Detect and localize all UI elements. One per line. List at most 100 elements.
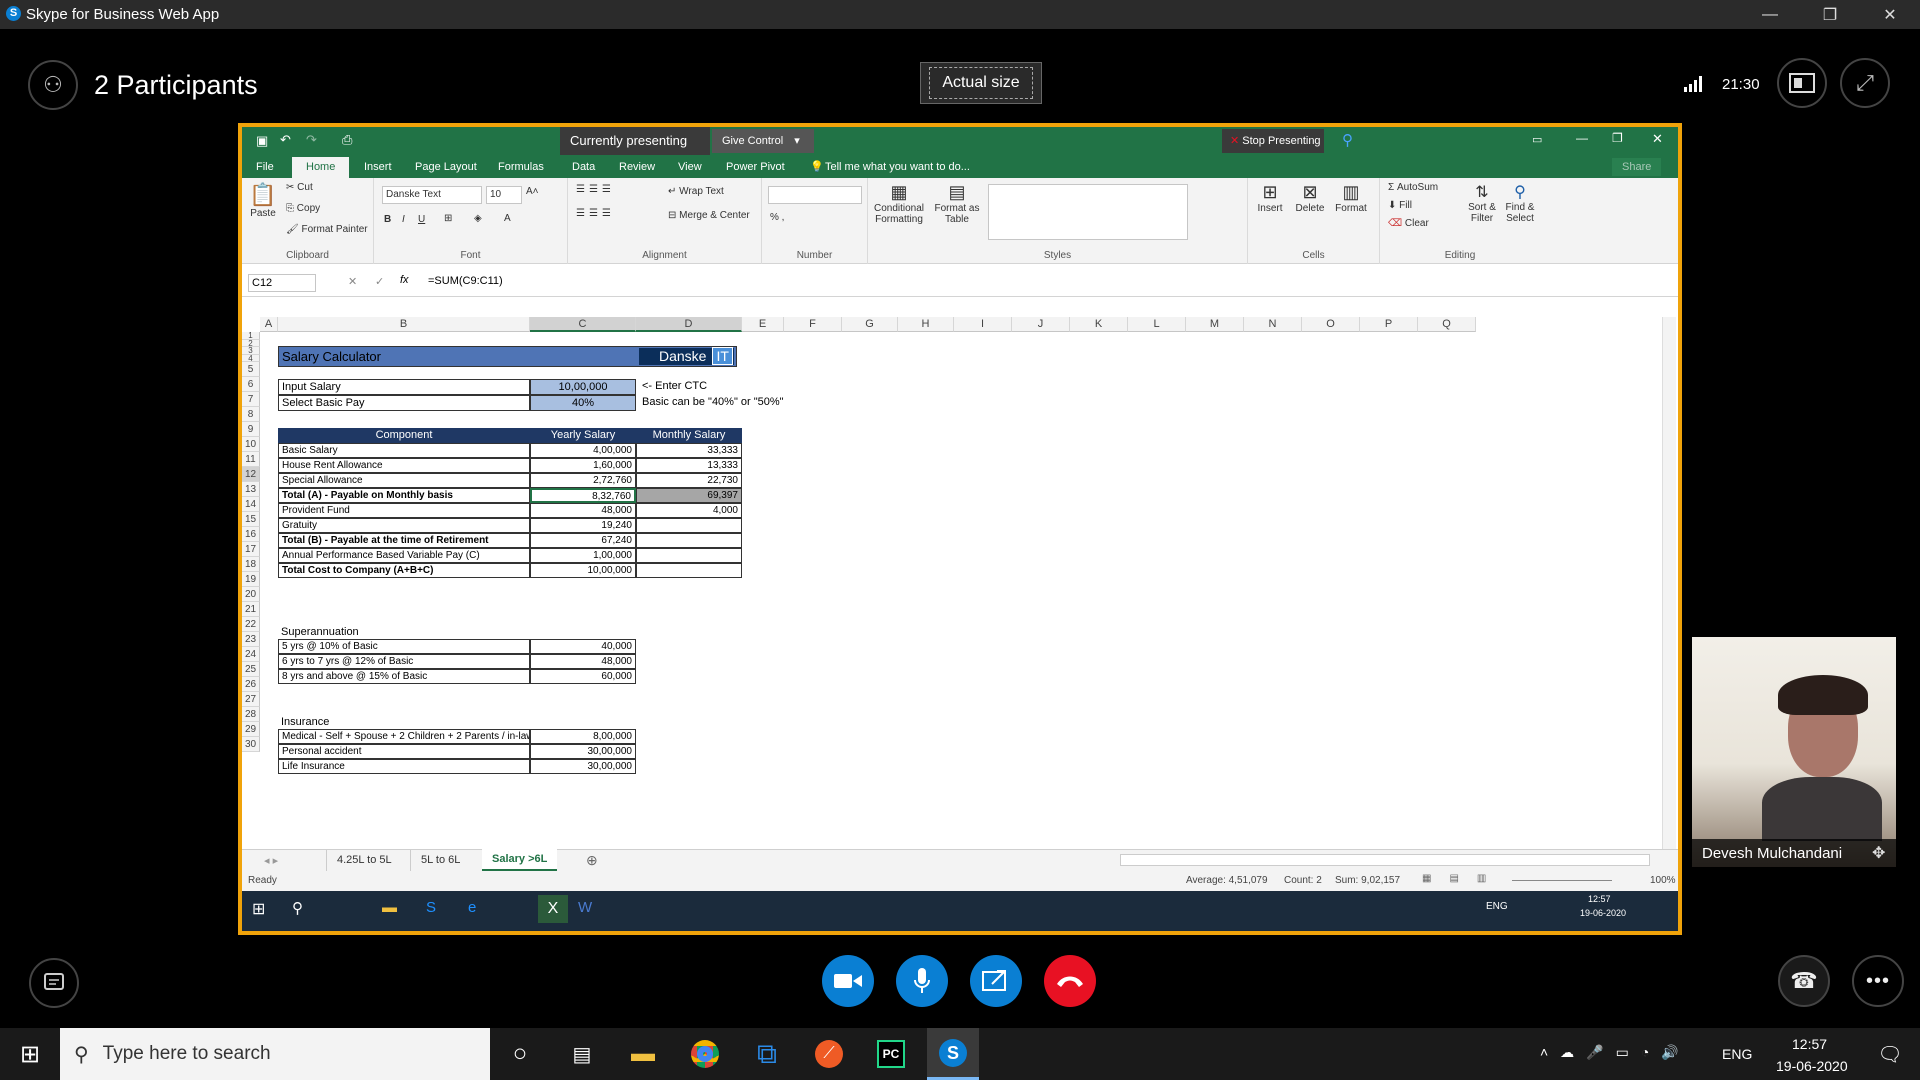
insurance-value-cell[interactable]: 8,00,000 (530, 729, 636, 744)
tab-home[interactable]: Home (292, 157, 350, 178)
component-cell[interactable]: Total Cost to Company (A+B+C) (278, 563, 530, 578)
vscode-icon[interactable]: ⧉ (741, 1028, 793, 1080)
fill-color-icon[interactable]: ◈ (474, 213, 482, 224)
share-button[interactable]: Share (1612, 158, 1662, 176)
row-header-6[interactable]: 6 (242, 377, 260, 392)
undo-icon[interactable]: ↶ (280, 132, 291, 148)
column-header-J[interactable]: J (1012, 317, 1070, 332)
redo-icon[interactable]: ↷ (306, 132, 317, 148)
row-header-14[interactable]: 14 (242, 497, 260, 512)
super-label-cell[interactable]: 5 yrs @ 10% of Basic (278, 639, 530, 654)
give-control-dropdown[interactable]: Give Control ▾ (712, 129, 814, 153)
font-size-select[interactable]: 10 (486, 186, 522, 204)
file-explorer-icon[interactable]: ▬ (617, 1028, 669, 1080)
ribbon-display-icon[interactable]: ▭ (1532, 133, 1542, 146)
copy-button[interactable]: ⎘ Copy (286, 203, 320, 214)
row-header-18[interactable]: 18 (242, 557, 260, 572)
chrome-icon[interactable] (679, 1028, 731, 1080)
zoom-slider[interactable] (1512, 880, 1612, 881)
component-cell[interactable]: Provident Fund (278, 503, 530, 518)
tab-page-layout[interactable]: Page Layout (415, 161, 477, 173)
super-label-cell[interactable]: 6 yrs to 7 yrs @ 12% of Basic (278, 654, 530, 669)
yearly-cell[interactable]: 19,240 (530, 518, 636, 533)
basic-pay-cell[interactable]: 40% (530, 395, 636, 411)
component-cell[interactable]: Gratuity (278, 518, 530, 533)
start-button[interactable]: ⊞ (4, 1028, 56, 1080)
pycharm-icon[interactable]: PC (865, 1028, 917, 1080)
notifications-icon[interactable]: 🗨 (1864, 1028, 1916, 1080)
monthly-cell[interactable] (636, 563, 742, 578)
tab-view[interactable]: View (678, 161, 702, 173)
row-header-25[interactable]: 25 (242, 662, 260, 677)
move-icon[interactable]: ✥ (1872, 843, 1885, 863)
super-value-cell[interactable]: 60,000 (530, 669, 636, 684)
column-header-K[interactable]: K (1070, 317, 1128, 332)
sheet-tab-1[interactable]: 4.25L to 5L (326, 850, 402, 871)
underline-icon[interactable]: U (418, 214, 425, 225)
row-header-23[interactable]: 23 (242, 632, 260, 647)
restore-button[interactable]: ❐ (1800, 0, 1860, 29)
row-header-24[interactable]: 24 (242, 647, 260, 662)
component-cell[interactable]: Total (B) - Payable at the time of Retir… (278, 533, 530, 548)
video-button[interactable] (822, 955, 874, 1007)
borders-icon[interactable]: ⊞ (444, 213, 452, 224)
sheet-tab-2[interactable]: 5L to 6L (410, 850, 470, 871)
autosum-button[interactable]: Σ AutoSum (1388, 182, 1438, 193)
column-header-B[interactable]: B (278, 317, 530, 332)
close-button[interactable]: ✕ (1860, 0, 1920, 29)
column-header-O[interactable]: O (1302, 317, 1360, 332)
merge-center-button[interactable]: ⊟ Merge & Center (668, 210, 750, 221)
cut-button[interactable]: ✂ Cut (286, 182, 313, 193)
row-header-22[interactable]: 22 (242, 617, 260, 632)
align-top-icons[interactable]: ☰☰☰ (576, 184, 615, 195)
formula-input[interactable]: =SUM(C9:C11) (428, 275, 503, 287)
yearly-cell[interactable]: 10,00,000 (530, 563, 636, 578)
clock-date[interactable]: 19-06-2020 (1776, 1058, 1848, 1074)
column-header-M[interactable]: M (1186, 317, 1244, 332)
column-header-Q[interactable]: Q (1418, 317, 1476, 332)
participants-button[interactable]: ⚇ (28, 60, 78, 110)
row-header-5[interactable]: 5 (242, 362, 260, 377)
row-header-15[interactable]: 15 (242, 512, 260, 527)
row-header-20[interactable]: 20 (242, 587, 260, 602)
add-sheet-icon[interactable]: ⊕ (586, 852, 598, 869)
row-header-16[interactable]: 16 (242, 527, 260, 542)
component-cell[interactable]: Annual Performance Based Variable Pay (C… (278, 548, 530, 563)
yearly-cell[interactable]: 1,00,000 (530, 548, 636, 563)
format-as-table-button[interactable]: ▤ Format as Table (932, 182, 982, 225)
row-header-9[interactable]: 9 (242, 422, 260, 437)
row-header-30[interactable]: 30 (242, 737, 260, 752)
call-controls-button[interactable]: ☎ (1778, 955, 1830, 1007)
paste-button[interactable]: 📋 Paste (248, 182, 278, 219)
view-mode-icons[interactable]: ▦▤▥ (1422, 873, 1504, 884)
tab-file[interactable]: File (256, 161, 274, 173)
hang-up-button[interactable] (1044, 955, 1096, 1007)
row-header-29[interactable]: 29 (242, 722, 260, 737)
name-box[interactable]: C12 (248, 274, 316, 292)
yearly-cell[interactable]: 48,000 (530, 503, 636, 518)
tell-me-search[interactable]: Tell me what you want to do... (825, 161, 970, 173)
input-salary-cell[interactable]: 10,00,000 (530, 379, 636, 395)
tab-scroll-left-icon[interactable]: ◂ ▸ (264, 854, 278, 867)
pin-icon[interactable]: ⚲ (1342, 131, 1353, 149)
yearly-cell[interactable]: 1,60,000 (530, 458, 636, 473)
sort-filter-button[interactable]: ⇅ Sort & Filter (1464, 182, 1500, 224)
super-label-cell[interactable]: 8 yrs and above @ 15% of Basic (278, 669, 530, 684)
row-header-28[interactable]: 28 (242, 707, 260, 722)
component-cell[interactable]: Basic Salary (278, 443, 530, 458)
content-layout-button[interactable] (1777, 58, 1827, 108)
insurance-value-cell[interactable]: 30,00,000 (530, 744, 636, 759)
cancel-icon[interactable]: ✕ (348, 275, 357, 288)
yearly-cell[interactable]: 2,72,760 (530, 473, 636, 488)
align-left-icons[interactable]: ☰☰☰ (576, 208, 615, 219)
row-header-19[interactable]: 19 (242, 572, 260, 587)
mute-button[interactable] (896, 955, 948, 1007)
column-header-P[interactable]: P (1360, 317, 1418, 332)
column-header-D[interactable]: D (636, 317, 742, 332)
column-header-C[interactable]: C (530, 317, 636, 332)
column-header-L[interactable]: L (1128, 317, 1186, 332)
column-header-F[interactable]: F (784, 317, 842, 332)
row-header-11[interactable]: 11 (242, 452, 260, 467)
insurance-label-cell[interactable]: Personal accident (278, 744, 530, 759)
sheet-tab-3[interactable]: Salary >6L (482, 849, 558, 871)
